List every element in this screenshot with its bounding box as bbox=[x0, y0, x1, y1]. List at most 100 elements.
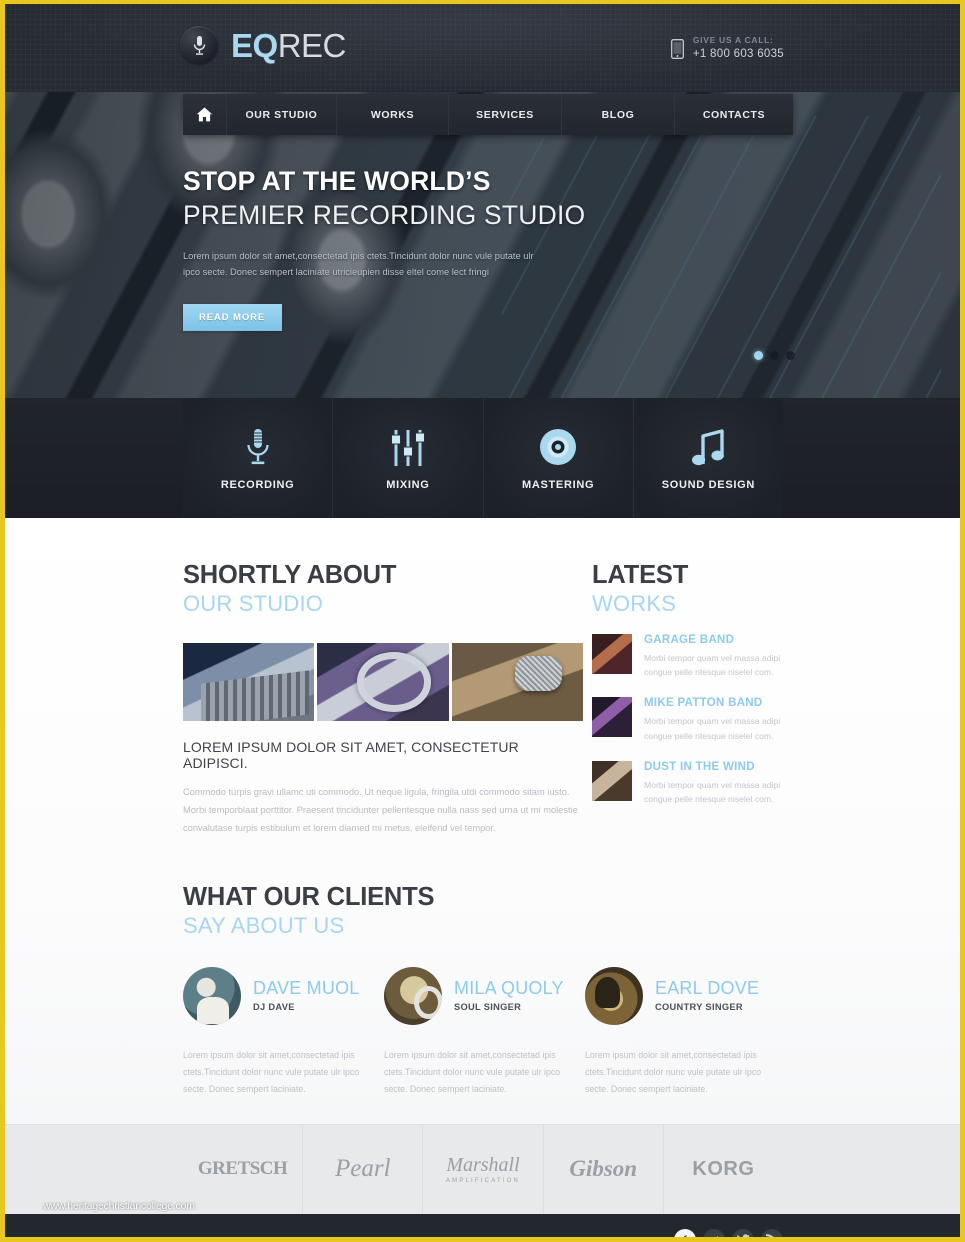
testimonial-name: EARL DOVE bbox=[655, 978, 760, 999]
about-heading: SHORTLY ABOUT bbox=[183, 561, 397, 589]
brand-korg[interactable]: KORG bbox=[664, 1125, 783, 1214]
copyright-text[interactable]: EQREC © 2013 | PRIVACY POLICY bbox=[183, 1235, 336, 1237]
site-logo[interactable]: EQREC bbox=[180, 26, 346, 64]
latest-works-section: LATEST WORKS GARAGE BAND Morbi tempor qu… bbox=[592, 562, 783, 837]
testimonial-card: EARL DOVE COUNTRY SINGER Lorem ipsum dol… bbox=[585, 966, 783, 1098]
work-title[interactable]: DUST IN THE WIND bbox=[644, 761, 783, 773]
testimonials-subheading: SAY ABOUT US bbox=[183, 913, 345, 939]
nav-item-home[interactable] bbox=[183, 94, 227, 135]
work-description: Morbi tempor quam vel massa adipi congue… bbox=[644, 779, 781, 804]
hero-description: Lorem ipsum dolor sit amet,consectetad i… bbox=[183, 251, 534, 278]
nav-label: WORKS bbox=[370, 108, 415, 121]
slider-dot-2[interactable] bbox=[770, 351, 779, 360]
nav-item-contacts[interactable]: CONTACTS bbox=[675, 94, 793, 135]
brand-sublabel: AMPLIFICATION bbox=[445, 1178, 521, 1185]
work-title[interactable]: MIKE PATTON BAND bbox=[644, 697, 783, 709]
nav-item-our-studio[interactable]: OUR STUDIO bbox=[227, 94, 337, 135]
nav-label: OUR STUDIO bbox=[245, 108, 318, 121]
music-note-icon bbox=[691, 426, 725, 466]
service-label: RECORDING bbox=[220, 478, 295, 491]
shortly-about-section: SHORTLY ABOUT OUR STUDIO LOREM IPSUM DOL… bbox=[183, 562, 583, 837]
brand-label: KORG bbox=[692, 1157, 755, 1180]
brand-gretsch[interactable]: GRETSCH bbox=[183, 1124, 304, 1214]
studio-headphones-photo[interactable] bbox=[317, 643, 449, 722]
nav-label: CONTACTS bbox=[702, 108, 766, 121]
main-navigation: OUR STUDIO WORKS SERVICES BLOG CONTACTS bbox=[183, 94, 793, 135]
work-description: Morbi tempor quam vel massa adipi congue… bbox=[644, 716, 781, 741]
testimonial-role: COUNTRY SINGER bbox=[655, 1001, 743, 1012]
hero-content: STOP AT THE WORLD’S PREMIER RECORDING ST… bbox=[183, 166, 603, 331]
testimonials-list: DAVE MUOL DJ DAVE Lorem ipsum dolor sit … bbox=[183, 966, 783, 1098]
brand-label: GRETSCH bbox=[197, 1158, 288, 1180]
service-recording[interactable]: RECORDING bbox=[183, 398, 334, 518]
testimonial-card: MILA QUOLY SOUL SINGER Lorem ipsum dolor… bbox=[384, 966, 582, 1098]
work-item: GARAGE BAND Morbi tempor quam vel massa … bbox=[592, 634, 783, 679]
nav-item-services[interactable]: SERVICES bbox=[449, 94, 562, 135]
studio-mixing-console-photo[interactable] bbox=[183, 643, 315, 722]
work-item: DUST IN THE WIND Morbi tempor quam vel m… bbox=[592, 760, 783, 806]
mila-quoly-avatar bbox=[384, 966, 442, 1025]
nav-label: SERVICES bbox=[476, 108, 534, 121]
brand-label: Gibson bbox=[569, 1156, 638, 1182]
about-title: LOREM IPSUM DOLOR SIT AMET, CONSECTETUR … bbox=[183, 739, 519, 772]
brand-label: Pearl bbox=[335, 1155, 391, 1183]
testimonials-section: WHAT OUR CLIENTS SAY ABOUT US bbox=[183, 837, 783, 938]
service-mastering[interactable]: MASTERING bbox=[483, 398, 634, 518]
mobile-phone-icon bbox=[670, 38, 684, 59]
works-subheading: WORKS bbox=[592, 590, 677, 616]
about-subheading: OUR STUDIO bbox=[183, 590, 324, 616]
service-label: SOUND DESIGN bbox=[661, 478, 756, 491]
brand-marshall[interactable]: Marshall AMPLIFICATION bbox=[423, 1124, 544, 1214]
microphone-icon bbox=[245, 426, 271, 466]
slider-pagination bbox=[754, 351, 795, 360]
equalizer-sliders-icon bbox=[390, 426, 425, 466]
brand-label: Marshall bbox=[446, 1154, 520, 1177]
svg-text:g: g bbox=[708, 1235, 713, 1242]
garage-band-thumbnail[interactable] bbox=[592, 634, 632, 675]
main-content: SHORTLY ABOUT OUR STUDIO LOREM IPSUM DOL… bbox=[5, 518, 960, 1124]
nav-item-works[interactable]: WORKS bbox=[337, 94, 449, 135]
site-header: EQREC GIVE US A CALL: +1 800 603 6035 bbox=[5, 4, 960, 92]
logo-text: EQREC bbox=[231, 29, 346, 62]
brand-gibson[interactable]: Gibson bbox=[544, 1124, 664, 1214]
works-heading: LATEST bbox=[592, 561, 689, 589]
watermark-text: www.heritagechristiancollege.com bbox=[43, 1199, 195, 1212]
work-item: MIKE PATTON BAND Morbi tempor quam vel m… bbox=[592, 697, 783, 742]
nav-item-blog[interactable]: BLOG bbox=[562, 94, 675, 135]
work-title[interactable]: GARAGE BAND bbox=[644, 634, 783, 646]
testimonials-heading: WHAT OUR CLIENTS bbox=[183, 883, 435, 912]
dust-in-the-wind-thumbnail[interactable] bbox=[592, 760, 632, 801]
testimonial-card: DAVE MUOL DJ DAVE Lorem ipsum dolor sit … bbox=[183, 966, 381, 1098]
nav-label: BLOG bbox=[601, 108, 635, 121]
testimonial-role: DJ DAVE bbox=[253, 1001, 295, 1012]
facebook-icon[interactable]: f bbox=[674, 1228, 696, 1237]
read-more-button[interactable]: READ MORE bbox=[183, 303, 283, 331]
brand-pearl[interactable]: Pearl bbox=[303, 1124, 424, 1214]
call-us-block: GIVE US A CALL: +1 800 603 6035 bbox=[670, 35, 784, 63]
service-mixing[interactable]: MIXING bbox=[333, 398, 484, 518]
google-plus-icon[interactable]: g + bbox=[703, 1228, 725, 1242]
slider-dot-1[interactable] bbox=[754, 351, 763, 360]
service-label: MIXING bbox=[386, 478, 430, 491]
work-description: Morbi tempor quam vel massa adipi congue… bbox=[644, 653, 781, 678]
testimonial-role: SOUL SINGER bbox=[454, 1001, 522, 1012]
mike-patton-band-thumbnail[interactable] bbox=[592, 697, 632, 738]
testimonial-text: Lorem ipsum dolor sit amet,consectetad i… bbox=[585, 1049, 762, 1094]
social-links: f g + bbox=[674, 1228, 783, 1242]
webpage-root: EQREC GIVE US A CALL: +1 800 603 6035 OU… bbox=[0, 0, 965, 1242]
about-and-works-row: SHORTLY ABOUT OUR STUDIO LOREM IPSUM DOL… bbox=[183, 518, 783, 837]
hero-title-line1: STOP AT THE WORLD’S bbox=[183, 166, 491, 196]
slider-dot-3[interactable] bbox=[786, 351, 795, 360]
service-sound-design[interactable]: SOUND DESIGN bbox=[633, 398, 783, 518]
hero-slider: STOP AT THE WORLD’S PREMIER RECORDING ST… bbox=[5, 92, 960, 398]
call-number[interactable]: +1 800 603 6035 bbox=[693, 47, 784, 63]
home-icon bbox=[196, 107, 213, 122]
earl-dove-avatar bbox=[585, 966, 643, 1025]
rss-icon[interactable] bbox=[761, 1228, 783, 1237]
logo-eq: EQ bbox=[231, 26, 278, 64]
studio-microphone-photo[interactable] bbox=[451, 643, 583, 722]
testimonial-name: MILA QUOLY bbox=[454, 978, 564, 999]
testimonial-text: Lorem ipsum dolor sit amet,consectetad i… bbox=[384, 1049, 561, 1094]
compact-disc-icon bbox=[539, 426, 577, 466]
twitter-icon[interactable] bbox=[732, 1228, 754, 1237]
